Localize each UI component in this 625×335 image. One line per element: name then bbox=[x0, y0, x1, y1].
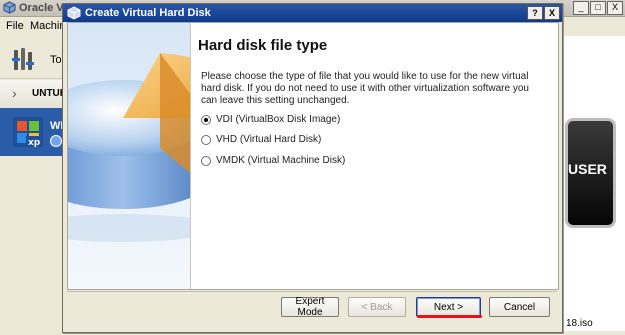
vm-state-icon bbox=[50, 135, 62, 147]
windows-xp-icon: xp bbox=[13, 117, 43, 148]
minimize-button[interactable]: _ bbox=[573, 1, 589, 15]
option-vdi[interactable]: VDI (VirtualBox Disk Image) bbox=[201, 114, 340, 125]
cancel-button[interactable]: Cancel bbox=[489, 297, 550, 317]
virtualbox-icon bbox=[67, 6, 81, 20]
radio-vhd[interactable] bbox=[201, 134, 211, 145]
svg-text:xp: xp bbox=[28, 138, 41, 148]
vm-group-header[interactable]: › UNTUK bbox=[0, 80, 67, 109]
maximize-button[interactable]: □ bbox=[590, 1, 606, 15]
art-divider bbox=[190, 23, 191, 289]
hard-disk-illustration-icon bbox=[68, 23, 190, 289]
wizard-page: Hard disk file type Please choose the ty… bbox=[67, 22, 559, 290]
back-button[interactable]: < Back bbox=[348, 297, 406, 317]
option-vhd-label: VHD (Virtual Hard Disk) bbox=[216, 134, 322, 145]
help-button[interactable]: ? bbox=[527, 6, 543, 20]
close-button[interactable]: X bbox=[607, 1, 623, 15]
preview-text: USER bbox=[568, 161, 607, 177]
next-button[interactable]: Next > bbox=[416, 297, 481, 317]
virtualbox-icon bbox=[3, 1, 16, 14]
main-window-title: Oracle VM VirtualBox Manager bbox=[19, 2, 64, 14]
dialog-title: Create Virtual Hard Disk bbox=[85, 7, 211, 19]
expert-mode-button[interactable]: Expert Mode bbox=[281, 296, 339, 318]
option-vdi-label: VDI (VirtualBox Disk Image) bbox=[216, 114, 341, 125]
page-title: Hard disk file type bbox=[198, 37, 328, 54]
vm-list-item[interactable]: xp WINDOWS XP bbox=[0, 108, 66, 156]
create-virtual-hard-disk-dialog: Create Virtual Hard Disk ? X Hard disk f… bbox=[62, 3, 563, 333]
vm-preview: USER bbox=[565, 118, 616, 228]
tools-toolbar: Tools bbox=[0, 36, 66, 79]
chevron-right-icon[interactable]: › bbox=[12, 85, 17, 101]
page-description: Please choose the type of file that you … bbox=[201, 71, 529, 106]
dialog-title-buttons: ? X bbox=[527, 6, 560, 20]
dialog-close-button[interactable]: X bbox=[544, 6, 560, 20]
button-separator bbox=[67, 291, 557, 292]
option-vmdk[interactable]: VMDK (Virtual Machine Disk) bbox=[201, 155, 345, 166]
next-highlight-underline bbox=[417, 315, 482, 318]
option-vhd[interactable]: VHD (Virtual Hard Disk) bbox=[201, 134, 321, 145]
dialog-titlebar[interactable]: Create Virtual Hard Disk ? X bbox=[63, 4, 562, 22]
iso-filename: 18.iso bbox=[566, 318, 593, 329]
main-window-controls: _ □ X bbox=[573, 1, 623, 15]
option-vmdk-label: VMDK (Virtual Machine Disk) bbox=[216, 155, 346, 166]
menu-file[interactable]: File bbox=[6, 20, 24, 32]
radio-vdi[interactable] bbox=[201, 114, 211, 125]
radio-vmdk[interactable] bbox=[201, 155, 211, 166]
tools-icon[interactable] bbox=[12, 46, 34, 72]
